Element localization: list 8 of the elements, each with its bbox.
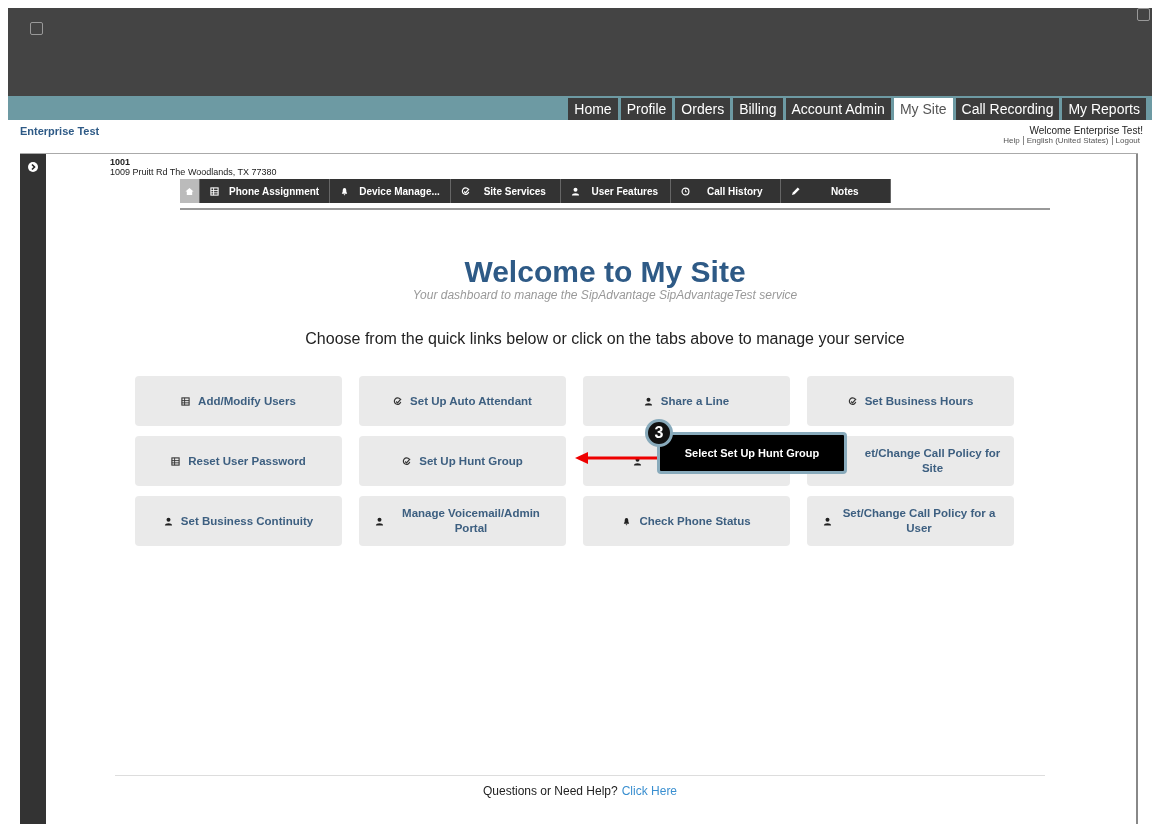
instructions-text: Choose from the quick links below or click on the tabs above to manage your service: [304, 330, 906, 348]
site-number: 1001: [110, 157, 132, 167]
help-text: Questions or Need Help?: [482, 784, 618, 798]
page-subtitle: Your dashboard to manage the SipAdvantage SipAdvantageTest service: [411, 288, 799, 302]
account-name: Enterprise Test: [20, 125, 100, 139]
welcome-text: Welcome Enterprise Test!: [1029, 125, 1143, 136]
page-title: Welcome to My Site: [463, 256, 747, 288]
site-address: 1009 Pruitt Rd The Woodlands, TX 77380: [110, 167, 278, 177]
